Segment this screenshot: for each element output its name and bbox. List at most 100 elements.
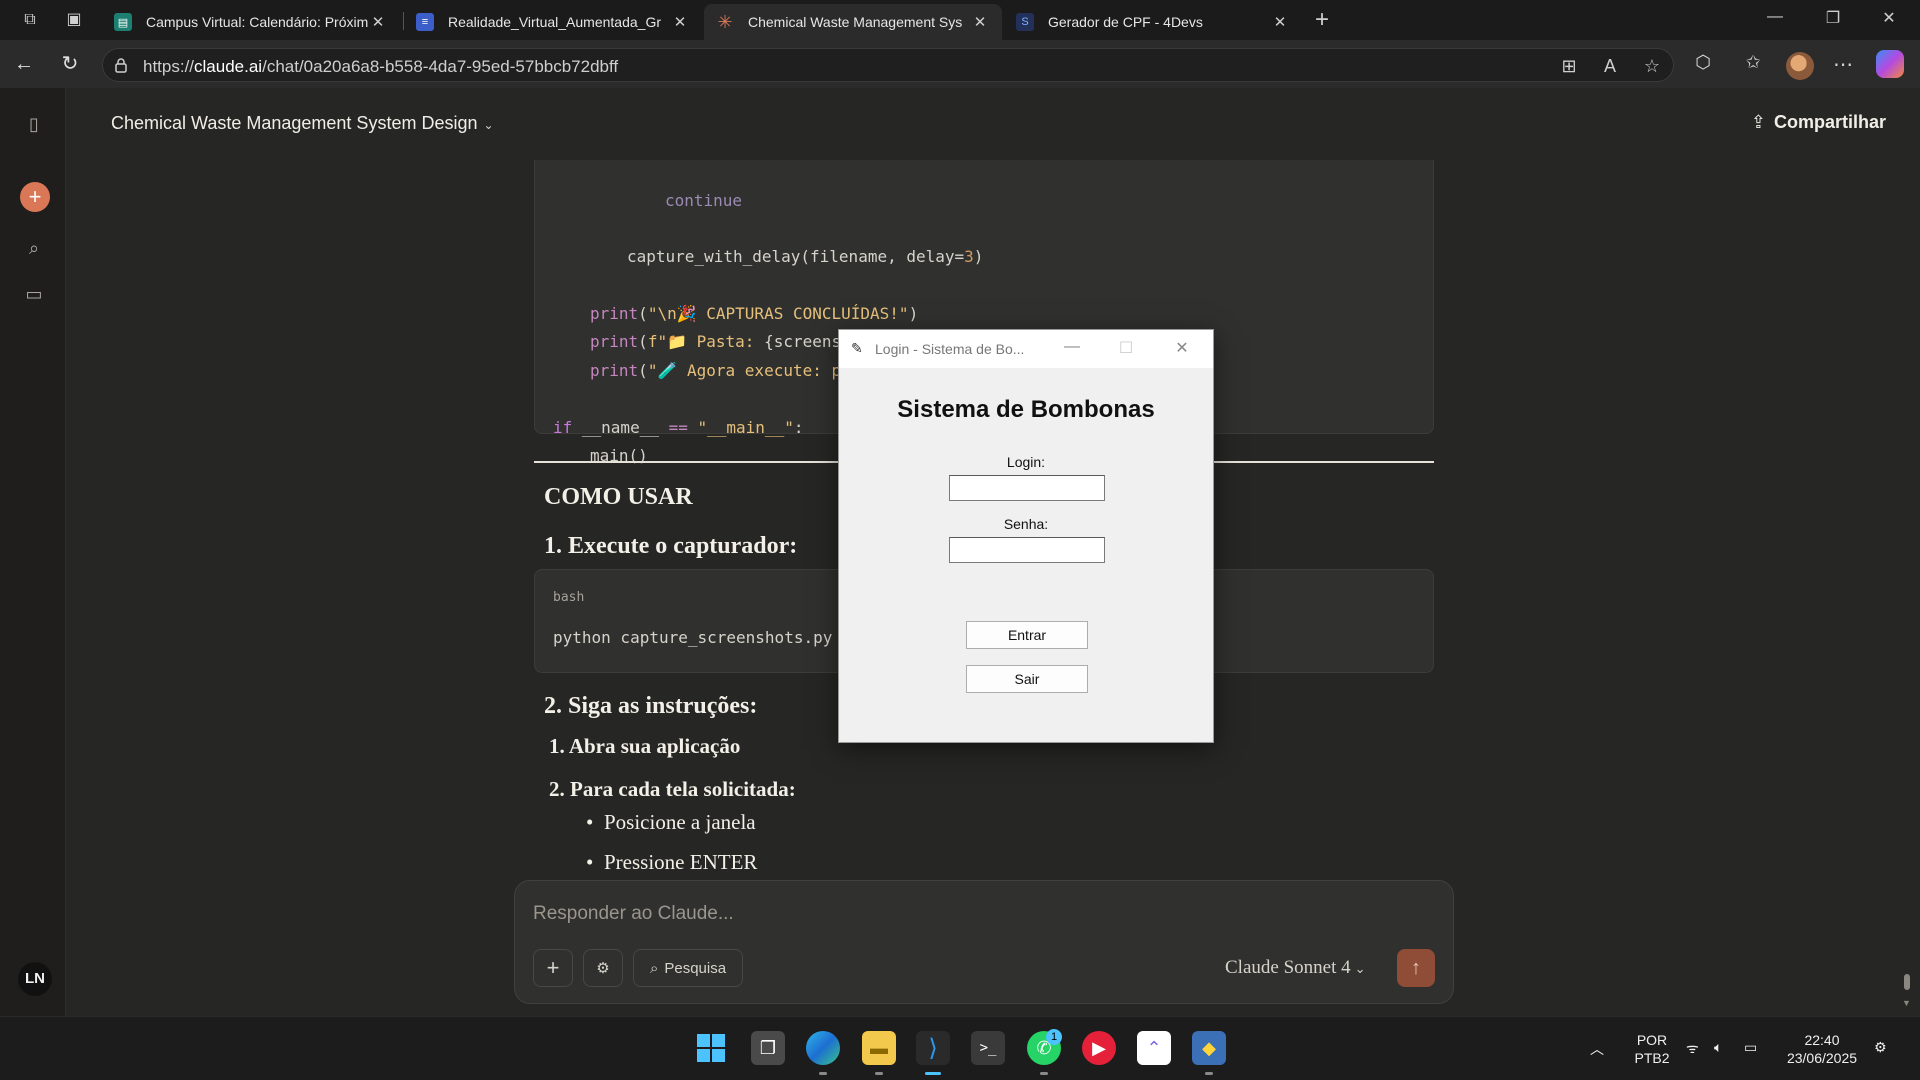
clock-date: 23/06/2025 (1786, 1050, 1858, 1066)
chat-title-button[interactable]: Chemical Waste Management System Design ⌄ (111, 113, 494, 134)
chevron-down-icon: ⌄ (483, 118, 494, 132)
dialog-maximize-icon[interactable]: ☐ (1111, 338, 1141, 358)
minimize-icon[interactable]: — (1760, 8, 1790, 26)
dialog-titlebar[interactable]: ✎ Login - Sistema de Bo... — ☐ ✕ (839, 330, 1213, 368)
heading-step-1: 1. Execute o capturador: (544, 533, 798, 559)
volume-icon[interactable]: 🔈︎ (1714, 1039, 1722, 1056)
feather-icon: ✎ (851, 340, 863, 356)
new-chat-button[interactable]: + (20, 182, 50, 212)
browser-tab-strip: ⧉ ▣ ▤ Campus Virtual: Calendário: Próxim… (0, 0, 1920, 40)
login-field[interactable] (949, 475, 1105, 501)
tab-gerador-cpf[interactable]: S Gerador de CPF - 4Devs ✕ (1004, 4, 1302, 40)
model-selector[interactable]: Claude Sonnet 4 ⌄ (1225, 957, 1366, 979)
tab-title: Gerador de CPF - 4Devs (1048, 14, 1203, 30)
battery-icon[interactable]: ▭ (1744, 1039, 1757, 1056)
edge-icon[interactable] (806, 1031, 840, 1065)
tab-chemical-waste[interactable]: ✳ Chemical Waste Management Sys ✕ (704, 4, 1002, 40)
youtube-music-icon[interactable]: ▶ (1082, 1031, 1116, 1065)
vscode-icon[interactable]: ⟩ (916, 1031, 950, 1065)
tab-close-icon[interactable]: ✕ (368, 13, 388, 31)
notifications-icon[interactable]: ⚙ (1874, 1039, 1887, 1056)
code-line: if __name__ == "__main__": (553, 418, 804, 437)
tab-realidade-virtual[interactable]: ≡ Realidade_Virtual_Aumentada_Gr ✕ (404, 4, 702, 40)
tab-close-icon[interactable]: ✕ (1270, 13, 1290, 31)
senha-field[interactable] (949, 537, 1105, 563)
back-icon[interactable]: ← (10, 50, 38, 78)
workspaces-icon[interactable]: ⧉ (18, 8, 42, 32)
sliders-icon: ⚙ (596, 960, 610, 977)
active-indicator (925, 1072, 941, 1075)
4devs-icon: S (1016, 13, 1034, 31)
browser-toolbar: ← ↻ https://claude.ai/chat/0a20a6a8-b558… (0, 40, 1920, 88)
favorites-icon[interactable]: ✩ (1740, 52, 1766, 73)
tab-close-icon[interactable]: ✕ (970, 13, 990, 31)
close-window-icon[interactable]: ✕ (1874, 8, 1904, 28)
profile-avatar[interactable] (1786, 52, 1814, 80)
search-chats-icon[interactable]: ⌕ (22, 236, 46, 260)
message-input[interactable]: Responder ao Claude... (533, 903, 734, 925)
document-icon: ≡ (416, 13, 434, 31)
code-line: continue (665, 191, 743, 210)
task-view-icon[interactable]: ❐ (751, 1031, 785, 1065)
heading-como-usar: COMO USAR (544, 484, 693, 510)
dialog-title: Login - Sistema de Bo... (875, 341, 1025, 357)
scrollbar-thumb[interactable] (1904, 974, 1910, 990)
file-explorer-icon[interactable]: ▬ (862, 1031, 896, 1065)
share-icon: ⇪ (1750, 112, 1766, 132)
list-item: Pressione ENTER (604, 850, 758, 874)
share-button[interactable]: ⇪ Compartilhar (1751, 112, 1886, 133)
read-aloud-icon[interactable]: A (1599, 56, 1621, 77)
python-icon[interactable]: ◆ (1192, 1031, 1226, 1065)
add-attachment-button[interactable]: + (533, 949, 573, 987)
list-bullet: • (586, 850, 594, 874)
sair-button[interactable]: Sair (966, 665, 1088, 693)
projects-icon[interactable]: ▭ (22, 282, 46, 306)
lock-icon[interactable] (113, 57, 129, 73)
dialog-minimize-icon[interactable]: — (1057, 338, 1087, 356)
app-available-icon[interactable]: ⊞ (1558, 56, 1580, 77)
list-item: Posicione a janela (604, 810, 756, 834)
input-language[interactable]: POR PTB2 (1630, 1031, 1674, 1067)
terminal-icon[interactable]: >_ (971, 1031, 1005, 1065)
sidebar-rail: ▯ + ⌕ ▭ LN (0, 88, 66, 1016)
running-indicator (875, 1072, 883, 1075)
tab-title: Realidade_Virtual_Aumentada_Gr (448, 14, 661, 30)
more-options-icon[interactable]: ⋯ (1830, 52, 1856, 77)
tray-overflow-icon[interactable]: ︿ (1590, 1039, 1604, 1059)
code-line: capture_with_delay(filename, delay=3) (627, 247, 984, 266)
vertical-tabs-icon[interactable]: ▣ (62, 8, 86, 32)
new-tab-icon[interactable]: + (1310, 8, 1334, 32)
sidebar-toggle-icon[interactable]: ▯ (22, 112, 46, 136)
campus-icon: ▤ (114, 13, 132, 31)
clickup-icon[interactable]: ⌃ (1137, 1031, 1171, 1065)
favorite-star-icon[interactable]: ☆ (1641, 56, 1663, 77)
tab-close-icon[interactable]: ✕ (670, 13, 690, 31)
entrar-button[interactable]: Entrar (966, 621, 1088, 649)
clock-time: 22:40 (1804, 1032, 1840, 1048)
address-bar[interactable]: https://claude.ai/chat/0a20a6a8-b558-4da… (102, 48, 1674, 82)
copilot-icon[interactable] (1876, 50, 1904, 78)
search-toggle-button[interactable]: ⌕ Pesquisa (633, 949, 743, 987)
dialog-heading: Sistema de Bombonas (897, 396, 1155, 423)
tab-campus-virtual[interactable]: ▤ Campus Virtual: Calendário: Próxim ✕ (102, 4, 400, 40)
code-language-label: bash (553, 590, 585, 605)
restore-icon[interactable]: ❐ (1818, 8, 1848, 28)
chat-title: Chemical Waste Management System Design (111, 113, 478, 133)
extensions-icon[interactable]: ⬡ (1690, 52, 1716, 73)
code-line: print("\n🎉 CAPTURAS CONCLUÍDAS!") (590, 304, 919, 323)
clock[interactable]: 22:40 23/06/2025 (1782, 1031, 1862, 1067)
dialog-close-icon[interactable]: ✕ (1167, 338, 1197, 358)
start-icon[interactable] (694, 1031, 728, 1065)
reload-icon[interactable]: ↻ (56, 50, 84, 78)
tab-title: Chemical Waste Management Sys (748, 14, 963, 30)
search-label: Pesquisa (664, 959, 727, 977)
send-button[interactable]: ↑ (1397, 949, 1435, 987)
wifi-icon[interactable]: ᯤ (1686, 1039, 1699, 1058)
tools-button[interactable]: ⚙ (583, 949, 623, 987)
message-composer: Responder ao Claude... + ⚙ ⌕ Pesquisa Cla… (514, 880, 1454, 1004)
search-icon: ⌕ (649, 959, 659, 977)
scroll-down-icon[interactable]: ▼ (1902, 998, 1911, 1008)
login-dialog: ✎ Login - Sistema de Bo... — ☐ ✕ Sistema… (838, 329, 1214, 743)
user-avatar[interactable]: LN (18, 962, 52, 996)
running-indicator (819, 1072, 827, 1075)
